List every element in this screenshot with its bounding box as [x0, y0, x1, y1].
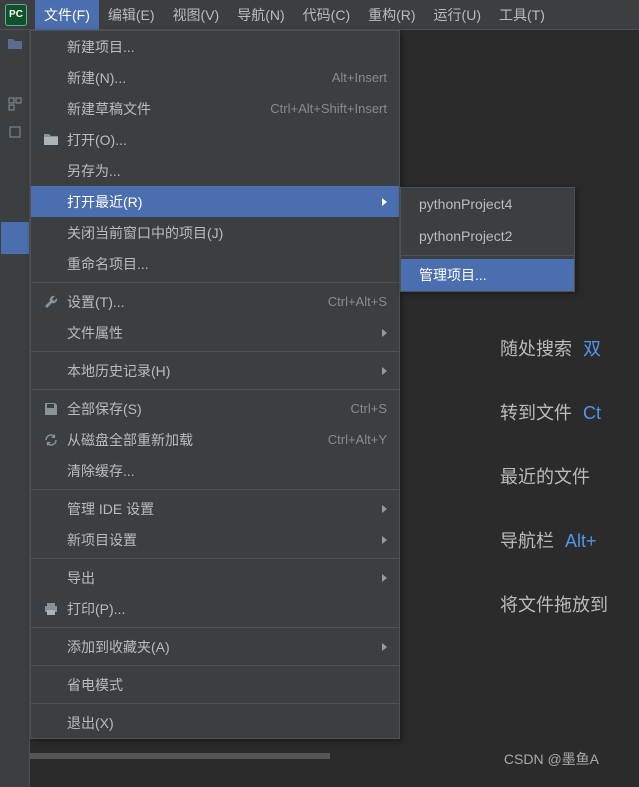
separator [401, 255, 574, 256]
separator [31, 665, 399, 666]
menu-label: 清除缓存... [63, 461, 387, 481]
submenu-arrow-icon [382, 367, 387, 375]
menu-item[interactable]: 重命名项目... [31, 248, 399, 279]
wrench-icon [39, 295, 63, 309]
submenu-arrow-icon [382, 536, 387, 544]
menu-label: 从磁盘全部重新加载 [63, 430, 328, 450]
menu-label: 新项目设置 [63, 530, 374, 550]
separator [31, 627, 399, 628]
menu-code[interactable]: 代码(C) [294, 0, 359, 30]
menu-label: 新建项目... [63, 37, 387, 57]
save-icon [39, 402, 63, 416]
structure-icon[interactable] [0, 90, 30, 118]
submenu-item[interactable]: 管理项目... [401, 259, 574, 291]
menubar: PC 文件(F) 编辑(E) 视图(V) 导航(N) 代码(C) 重构(R) 运… [0, 0, 639, 30]
menu-view[interactable]: 视图(V) [164, 0, 229, 30]
menu-item[interactable]: 本地历史记录(H) [31, 355, 399, 386]
menu-item[interactable]: 添加到收藏夹(A) [31, 631, 399, 662]
open-recent-submenu: pythonProject4pythonProject2 管理项目... [400, 187, 575, 292]
menu-item[interactable]: 打印(P)... [31, 593, 399, 624]
submenu-arrow-icon [382, 574, 387, 582]
separator [31, 389, 399, 390]
menu-run[interactable]: 运行(U) [425, 0, 490, 30]
left-gutter [0, 30, 30, 787]
watermark: CSDN @墨鱼A [504, 749, 599, 769]
menu-label: 关闭当前窗口中的项目(J) [63, 223, 387, 243]
menu-item[interactable]: 新项目设置 [31, 524, 399, 555]
menu-item[interactable]: 新建(N)...Alt+Insert [31, 62, 399, 93]
submenu-arrow-icon [382, 643, 387, 651]
active-tab-marker [1, 222, 29, 254]
menu-label: 新建(N)... [63, 68, 332, 88]
menu-edit[interactable]: 编辑(E) [99, 0, 164, 30]
menu-item[interactable]: 打开最近(R) [31, 186, 399, 217]
project-folder-icon[interactable] [0, 30, 30, 58]
menu-tools[interactable]: 工具(T) [490, 0, 554, 30]
menu-label: 本地历史记录(H) [63, 361, 374, 381]
menu-label: 全部保存(S) [63, 399, 351, 419]
print-icon [39, 602, 63, 616]
menu-label: 打开最近(R) [63, 192, 374, 212]
menu-item[interactable]: 从磁盘全部重新加载Ctrl+Alt+Y [31, 424, 399, 455]
menu-label: 重命名项目... [63, 254, 387, 274]
shortcut: Ctrl+Alt+Y [328, 432, 387, 447]
menu-item[interactable]: 关闭当前窗口中的项目(J) [31, 217, 399, 248]
menu-label: 文件属性 [63, 323, 374, 343]
app-logo: PC [5, 4, 27, 26]
submenu-arrow-icon [382, 329, 387, 337]
submenu-arrow-icon [382, 198, 387, 206]
shortcut: Alt+Insert [332, 70, 387, 85]
reload-icon [39, 433, 63, 447]
menu-item[interactable]: 新建草稿文件Ctrl+Alt+Shift+Insert [31, 93, 399, 124]
submenu-item[interactable]: pythonProject4 [401, 188, 574, 220]
separator [31, 489, 399, 490]
tip-navbar: 导航栏 Alt+ [500, 527, 639, 553]
menu-label: 新建草稿文件 [63, 99, 270, 119]
menu-label: 省电模式 [63, 675, 387, 695]
separator [31, 282, 399, 283]
menu-label: 打开(O)... [63, 130, 387, 150]
separator [31, 351, 399, 352]
tip-recent: 最近的文件 [500, 463, 639, 489]
shortcut: Ctrl+S [351, 401, 387, 416]
menu-label: 管理 IDE 设置 [63, 499, 374, 519]
menu-item[interactable]: 全部保存(S)Ctrl+S [31, 393, 399, 424]
menu-item[interactable]: 文件属性 [31, 317, 399, 348]
menu-item[interactable]: 省电模式 [31, 669, 399, 700]
shortcut: Ctrl+Alt+S [328, 294, 387, 309]
welcome-tips: 随处搜索 双 转到文件 Ct 最近的文件 导航栏 Alt+ 将文件拖放到 [500, 335, 639, 655]
menu-file[interactable]: 文件(F) [35, 0, 99, 30]
shortcut: Ctrl+Alt+Shift+Insert [270, 101, 387, 116]
menu-item[interactable]: 另存为... [31, 155, 399, 186]
menu-item[interactable]: 清除缓存... [31, 455, 399, 486]
menu-item[interactable]: 管理 IDE 设置 [31, 493, 399, 524]
menu-label: 导出 [63, 568, 374, 588]
menu-item[interactable]: 设置(T)...Ctrl+Alt+S [31, 286, 399, 317]
tip-search: 随处搜索 双 [500, 335, 639, 361]
submenu-arrow-icon [382, 505, 387, 513]
menu-refactor[interactable]: 重构(R) [359, 0, 424, 30]
menu-item[interactable]: 打开(O)... [31, 124, 399, 155]
folder-icon [39, 133, 63, 146]
submenu-item[interactable]: pythonProject2 [401, 220, 574, 252]
menu-label: 设置(T)... [63, 292, 328, 312]
menu-navigate[interactable]: 导航(N) [228, 0, 293, 30]
menu-item[interactable]: 新建项目... [31, 31, 399, 62]
menu-item[interactable]: 退出(X) [31, 707, 399, 738]
status-bar [30, 753, 330, 759]
menu-label: 另存为... [63, 161, 387, 181]
menu-item[interactable]: 导出 [31, 562, 399, 593]
file-dropdown-menu: 新建项目...新建(N)...Alt+Insert新建草稿文件Ctrl+Alt+… [30, 30, 400, 739]
menu-label: 退出(X) [63, 713, 387, 733]
bookmarks-icon[interactable] [0, 118, 30, 146]
separator [31, 703, 399, 704]
menu-label: 添加到收藏夹(A) [63, 637, 374, 657]
tip-drop: 将文件拖放到 [500, 591, 639, 617]
tip-goto-file: 转到文件 Ct [500, 399, 639, 425]
menu-label: 打印(P)... [63, 599, 387, 619]
separator [31, 558, 399, 559]
